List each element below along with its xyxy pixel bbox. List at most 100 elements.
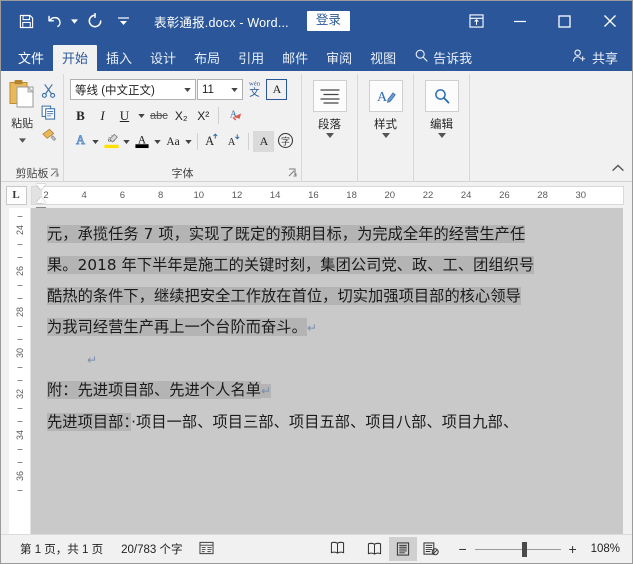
zoom-thumb[interactable] — [521, 541, 527, 557]
proofing-status-button[interactable] — [191, 536, 222, 562]
paste-button[interactable]: 粘贴 — [6, 77, 38, 164]
ribbon-display-options-icon[interactable] — [455, 1, 497, 41]
customize-qat-icon[interactable] — [110, 8, 136, 34]
font-name-combobox[interactable]: 等线 (中文正文) — [70, 79, 196, 100]
tab-review[interactable]: 审阅 — [317, 45, 361, 71]
sign-in-button[interactable]: 登录 — [306, 11, 350, 31]
strikethrough-button[interactable]: abc — [148, 105, 170, 126]
cut-icon[interactable] — [39, 80, 59, 100]
page-indicator[interactable]: 第 1 页，共 1 页 — [11, 536, 112, 562]
vertical-ruler[interactable]: 24 26 28 30 32 34 36 — [9, 208, 31, 534]
italic-button[interactable]: I — [92, 105, 113, 126]
styles-caret-icon[interactable] — [381, 130, 390, 138]
vruler-minor-tick — [17, 380, 22, 381]
maximize-icon[interactable] — [542, 1, 587, 41]
vruler-minor-tick — [17, 257, 22, 258]
paste-dropdown-caret-icon[interactable] — [18, 130, 26, 148]
shrink-font-button[interactable]: A — [223, 131, 244, 152]
tab-references[interactable]: 引用 — [229, 45, 273, 71]
font-name-caret-icon[interactable] — [180, 87, 195, 92]
font-color-button[interactable]: A — [132, 131, 153, 152]
text-effects-caret-icon[interactable] — [92, 131, 100, 152]
undo-icon[interactable] — [41, 8, 67, 34]
document-blank-line[interactable]: ↵ — [47, 344, 609, 375]
document-line[interactable]: 果。2018 年下半年是施工的关键时刻，集团公司党、政、工、团组织号 — [47, 250, 609, 281]
word-count-indicator[interactable]: 20/783 个字 — [112, 536, 191, 562]
document-line[interactable]: 先进项目部：·项目一部、项目三部、项目五部、项目八部、项目九部、 — [47, 407, 609, 438]
zoom-in-button[interactable]: + — [567, 541, 579, 557]
ruler-tick-30: 30 — [575, 190, 587, 201]
share-button[interactable]: 共享 — [562, 45, 626, 71]
font-color-caret-icon[interactable] — [154, 131, 162, 152]
font-row3-separator — [196, 133, 198, 150]
character-shading-icon: A — [257, 133, 271, 151]
ribbon-group-paragraph[interactable]: 段落 — [301, 74, 357, 181]
tab-insert[interactable]: 插入 — [97, 45, 141, 71]
document-line[interactable]: 附：先进项目部、先进个人名单↵ — [47, 375, 609, 407]
document-text-run: 元，承揽任务 7 项，实现了既定的预期目标，为完成全年的经营生产任 — [47, 225, 526, 243]
tab-layout[interactable]: 布局 — [185, 45, 229, 71]
ribbon-group-styles[interactable]: A 样式 — [357, 74, 413, 181]
copy-icon[interactable] — [39, 102, 59, 122]
tab-view[interactable]: 视图 — [361, 45, 405, 71]
tab-mailings[interactable]: 邮件 — [273, 45, 317, 71]
tab-file[interactable]: 文件 — [9, 45, 53, 71]
font-row3-separator-2 — [248, 133, 249, 150]
vruler-minor-tick — [17, 408, 22, 409]
view-buttons — [353, 536, 453, 562]
tell-me-box[interactable]: 告诉我 — [405, 45, 480, 71]
subscript-button[interactable]: X₂ — [171, 105, 192, 126]
grow-font-button[interactable]: A — [201, 131, 222, 152]
document-page[interactable]: 元，承揽任务 7 项，实现了既定的预期目标，为完成全年的经营生产任果。2018 … — [31, 208, 623, 534]
clear-formatting-button[interactable]: A — [223, 105, 245, 126]
zoom-out-button[interactable]: − — [457, 541, 469, 557]
bold-button[interactable]: B — [70, 105, 91, 126]
redo-icon[interactable] — [82, 8, 108, 34]
paragraph-caret-icon[interactable] — [325, 130, 334, 138]
character-shading-button[interactable]: A — [253, 131, 274, 152]
save-icon[interactable] — [13, 8, 39, 34]
font-dialog-launcher-icon[interactable] — [287, 168, 297, 178]
tab-design[interactable]: 设计 — [141, 45, 185, 71]
zoom-level-button[interactable]: 108% — [583, 543, 626, 555]
tab-stop-selector[interactable]: L — [1, 182, 31, 208]
highlight-caret-icon[interactable] — [123, 131, 131, 152]
ribbon-group-editing[interactable]: 编辑 — [413, 74, 469, 181]
change-case-button[interactable]: Aa — [163, 131, 184, 152]
zoom-slider[interactable]: − + — [453, 541, 583, 557]
document-line[interactable]: 为我司经营生产再上一个台阶而奋斗。↵ — [47, 312, 609, 344]
character-border-icon: A — [270, 81, 284, 99]
vruler-minor-tick — [17, 367, 22, 368]
document-text-body[interactable]: 元，承揽任务 7 项，实现了既定的预期目标，为完成全年的经营生产任果。2018 … — [31, 208, 623, 438]
first-line-indent-marker-icon[interactable] — [36, 184, 46, 190]
hanging-indent-marker-icon[interactable] — [36, 197, 46, 203]
superscript-button[interactable]: X² — [193, 105, 214, 126]
view-print-layout-button[interactable] — [388, 537, 417, 561]
view-read-mode-button[interactable] — [361, 537, 389, 561]
view-web-layout-button[interactable] — [417, 537, 445, 561]
undo-dropdown-caret-icon[interactable] — [69, 8, 80, 34]
close-icon[interactable] — [587, 1, 632, 41]
underline-button[interactable]: U — [114, 105, 135, 126]
tab-home[interactable]: 开始 — [53, 45, 98, 71]
document-line[interactable]: 酷热的条件下，继续把安全工作放在首位，切实加强项目部的核心领导 — [47, 281, 609, 312]
clipboard-dialog-launcher-icon[interactable] — [49, 168, 59, 178]
language-indicator[interactable] — [322, 536, 353, 562]
change-case-caret-icon[interactable] — [185, 131, 193, 152]
enclose-character-button[interactable]: 字 — [275, 131, 296, 152]
editing-caret-icon[interactable] — [437, 130, 446, 138]
minimize-icon[interactable] — [497, 1, 542, 41]
format-painter-icon[interactable] — [39, 124, 59, 144]
document-line[interactable]: 元，承揽任务 7 项，实现了既定的预期目标，为完成全年的经营生产任 — [47, 219, 609, 250]
character-border-button[interactable]: A — [266, 79, 287, 100]
phonetic-guide-button[interactable]: wén 文 — [244, 79, 265, 100]
collapse-ribbon-icon[interactable] — [612, 159, 624, 177]
highlight-color-button[interactable]: ab — [101, 131, 122, 152]
clipboard-small-buttons — [38, 77, 59, 164]
font-size-caret-icon[interactable] — [227, 87, 242, 92]
text-effects-button[interactable]: A — [70, 131, 91, 152]
horizontal-ruler[interactable]: 2 4 6 8 10 12 14 16 18 20 22 24 26 28 30 — [31, 184, 624, 214]
zoom-track[interactable] — [474, 541, 561, 557]
underline-caret-icon[interactable] — [136, 105, 147, 126]
font-size-combobox[interactable]: 11 — [197, 79, 243, 100]
